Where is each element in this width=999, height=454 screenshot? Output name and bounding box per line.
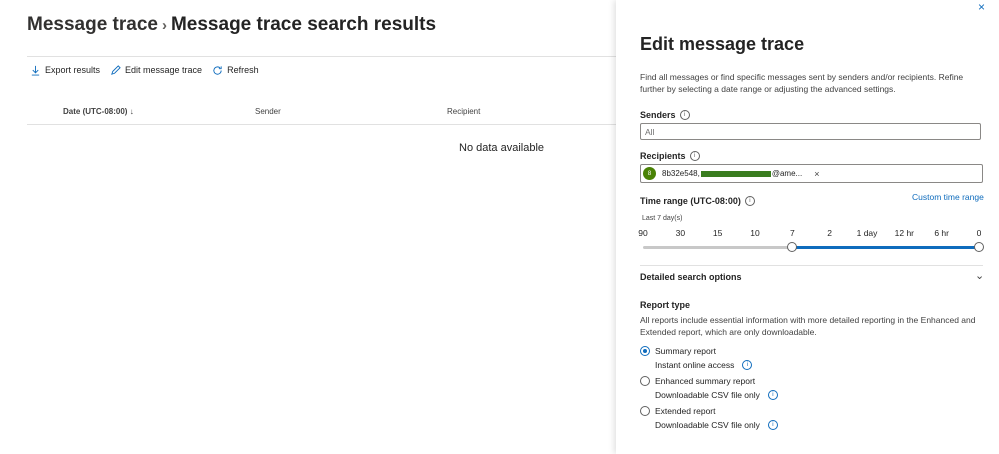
edit-message-trace-panel: × Edit message trace Find all messages o… — [616, 0, 999, 454]
chevron-down-icon[interactable]: ⌄ — [975, 269, 984, 282]
extended-report-radio[interactable] — [640, 406, 650, 416]
download-icon — [31, 65, 40, 76]
enhanced-summary-report-label[interactable]: Enhanced summary report — [655, 376, 755, 386]
senders-label: Senders i — [640, 110, 690, 120]
page-title: Message trace search results — [170, 14, 437, 35]
recipient-chip: 8 8b32e548, @ame... × — [643, 166, 819, 181]
empty-state-text: No data available — [459, 142, 545, 154]
extended-report-subtext: Downloadable CSV file only i — [655, 420, 778, 430]
range-tick-label: 6 hr — [934, 228, 949, 238]
edit-message-trace-button[interactable]: Edit message trace — [110, 64, 203, 76]
info-icon[interactable]: i — [742, 360, 753, 370]
enhanced-summary-report-subtext: Downloadable CSV file only i — [655, 390, 778, 400]
recipient-suffix: @ame... — [771, 169, 803, 178]
sort-down-arrow-icon: ↓ — [129, 107, 134, 116]
command-bar: Export results Edit message trace Refres… — [30, 63, 269, 77]
refresh-icon — [213, 65, 222, 75]
refresh-label: Refresh — [227, 65, 259, 75]
close-icon[interactable]: × — [978, 0, 985, 14]
range-tick-label: 2 — [827, 228, 833, 238]
range-slider-start-handle[interactable] — [787, 242, 798, 252]
info-icon[interactable]: i — [767, 420, 778, 430]
header-divider — [27, 56, 616, 57]
range-tick-label: 7 — [789, 228, 795, 238]
enhanced-summary-report-subtext-text: Downloadable CSV file only — [655, 390, 760, 400]
range-tick-label: 90 — [638, 228, 648, 238]
edit-message-trace-label: Edit message trace — [125, 65, 203, 75]
time-range-label: Time range (UTC-08:00) i — [640, 196, 755, 206]
recipients-label-text: Recipients — [640, 151, 686, 161]
report-type-description: All reports include essential informatio… — [640, 315, 976, 337]
range-tick-label: 30 — [675, 228, 686, 238]
breadcrumb-separator-icon: › — [161, 16, 167, 34]
main-pane: Message trace › Message trace search res… — [0, 0, 616, 454]
report-type-label: Report type — [640, 300, 691, 310]
detailed-search-options[interactable]: Detailed search options — [640, 272, 742, 282]
refresh-button[interactable]: Refresh — [212, 65, 259, 76]
range-tick-label: 0 — [976, 228, 982, 238]
senders-input[interactable]: All — [640, 123, 981, 140]
time-range-label-text: Time range (UTC-08:00) — [640, 196, 741, 206]
column-date-label: Date (UTC-08:00) — [63, 107, 128, 116]
redaction-bar — [700, 170, 771, 177]
breadcrumb-parent[interactable]: Message trace — [27, 14, 158, 36]
summary-report-subtext-text: Instant online access — [655, 360, 735, 370]
table-header: Date (UTC-08:00) ↓ Sender Recipient — [27, 104, 616, 125]
column-recipient[interactable]: Recipient — [447, 107, 480, 116]
section-divider — [640, 265, 983, 266]
export-results-label: Export results — [45, 65, 101, 75]
breadcrumb: Message trace › Message trace search res… — [27, 14, 436, 36]
range-tick-label: 15 — [712, 228, 723, 238]
extended-report-label[interactable]: Extended report — [655, 406, 715, 416]
enhanced-summary-report-radio[interactable] — [640, 376, 650, 386]
range-tick-label: 1 day — [856, 228, 878, 238]
recipient-prefix: 8b32e548, — [662, 169, 700, 178]
panel-description: Find all messages or find specific messa… — [640, 72, 964, 94]
range-slider-fill — [792, 246, 979, 249]
avatar: 8 — [643, 167, 656, 180]
panel-title: Edit message trace — [640, 34, 805, 54]
summary-report-radio[interactable] — [640, 346, 650, 356]
range-tick-label: 12 hr — [894, 228, 915, 238]
extended-report-subtext-text: Downloadable CSV file only — [655, 420, 760, 430]
range-tick-label: 10 — [750, 228, 760, 238]
export-results-button[interactable]: Export results — [30, 65, 100, 76]
column-sender[interactable]: Sender — [255, 107, 281, 116]
senders-label-text: Senders — [640, 110, 676, 120]
recipients-input[interactable]: 8 8b32e548, @ame... × — [640, 164, 983, 183]
info-icon[interactable]: i — [679, 110, 690, 120]
info-icon[interactable]: i — [767, 390, 778, 400]
recipients-label: Recipients i — [640, 151, 700, 161]
remove-recipient-icon[interactable]: × — [814, 169, 819, 179]
custom-time-range-link[interactable]: Custom time range — [912, 192, 984, 202]
summary-report-subtext: Instant online access i — [655, 360, 753, 370]
info-icon[interactable]: i — [744, 196, 755, 206]
summary-report-label[interactable]: Summary report — [655, 346, 716, 356]
range-value-text: Last 7 day(s) — [642, 215, 683, 222]
info-icon[interactable]: i — [689, 151, 700, 161]
range-slider-end-handle[interactable] — [974, 242, 984, 252]
column-date[interactable]: Date (UTC-08:00) ↓ — [63, 107, 134, 116]
pencil-icon — [111, 64, 121, 75]
